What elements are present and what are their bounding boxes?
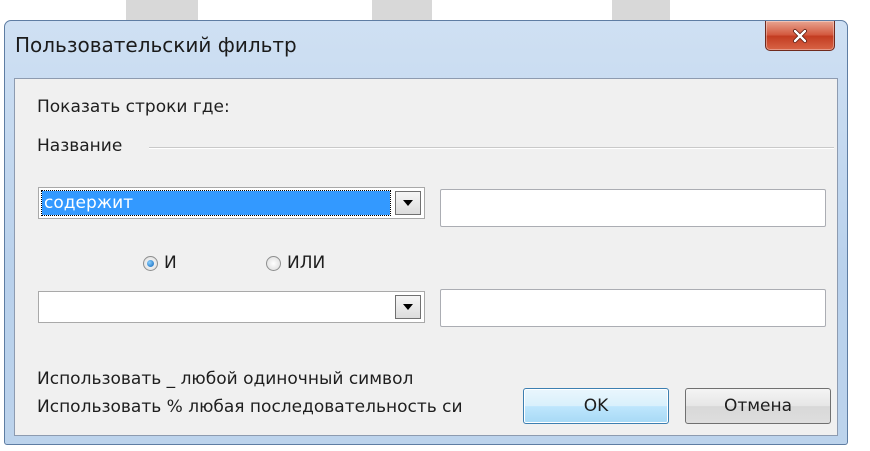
condition2-operator-select[interactable] <box>38 291 425 323</box>
close-button[interactable] <box>765 21 835 51</box>
hint-percent: Использовать % любая последовательность … <box>37 397 463 417</box>
background-shape-right <box>612 0 670 20</box>
cancel-button[interactable]: Отмена <box>685 388 831 424</box>
and-radio-label: И <box>164 253 177 273</box>
field-name-label: Название <box>37 136 123 156</box>
ok-button[interactable]: OK <box>523 388 669 424</box>
condition1-operator-value: содержит <box>41 190 391 216</box>
condition2-dropdown-button[interactable] <box>395 295 421 319</box>
or-radio-circle <box>266 255 281 271</box>
condition2-value-input[interactable] <box>440 289 826 327</box>
background-shape-middle <box>372 0 432 20</box>
custom-filter-dialog: Пользовательский фильтр Показать строки … <box>4 20 848 445</box>
condition1-operator-select[interactable]: содержит <box>38 187 425 219</box>
or-radio[interactable]: ИЛИ <box>266 253 325 273</box>
group-divider <box>149 147 834 149</box>
condition1-dropdown-button[interactable] <box>395 191 421 215</box>
filter-prompt: Показать строки где: <box>37 97 230 117</box>
chevron-down-icon <box>403 304 413 310</box>
and-radio-dot <box>147 259 154 267</box>
or-radio-label: ИЛИ <box>287 253 326 273</box>
background-shape-left <box>126 0 198 20</box>
dialog-client-area: Показать строки где: Название содержит И… <box>14 78 838 436</box>
condition2-operator-value <box>42 295 390 319</box>
chevron-down-icon <box>403 200 413 206</box>
condition1-value-input[interactable] <box>440 189 826 227</box>
close-icon <box>793 28 807 43</box>
window-title: Пользовательский фильтр <box>15 33 297 57</box>
and-radio[interactable]: И <box>143 253 177 273</box>
hint-underscore: Использовать _ любой одиночный символ <box>37 369 414 389</box>
title-bar[interactable]: Пользовательский фильтр <box>5 21 847 77</box>
and-radio-circle <box>143 255 158 271</box>
